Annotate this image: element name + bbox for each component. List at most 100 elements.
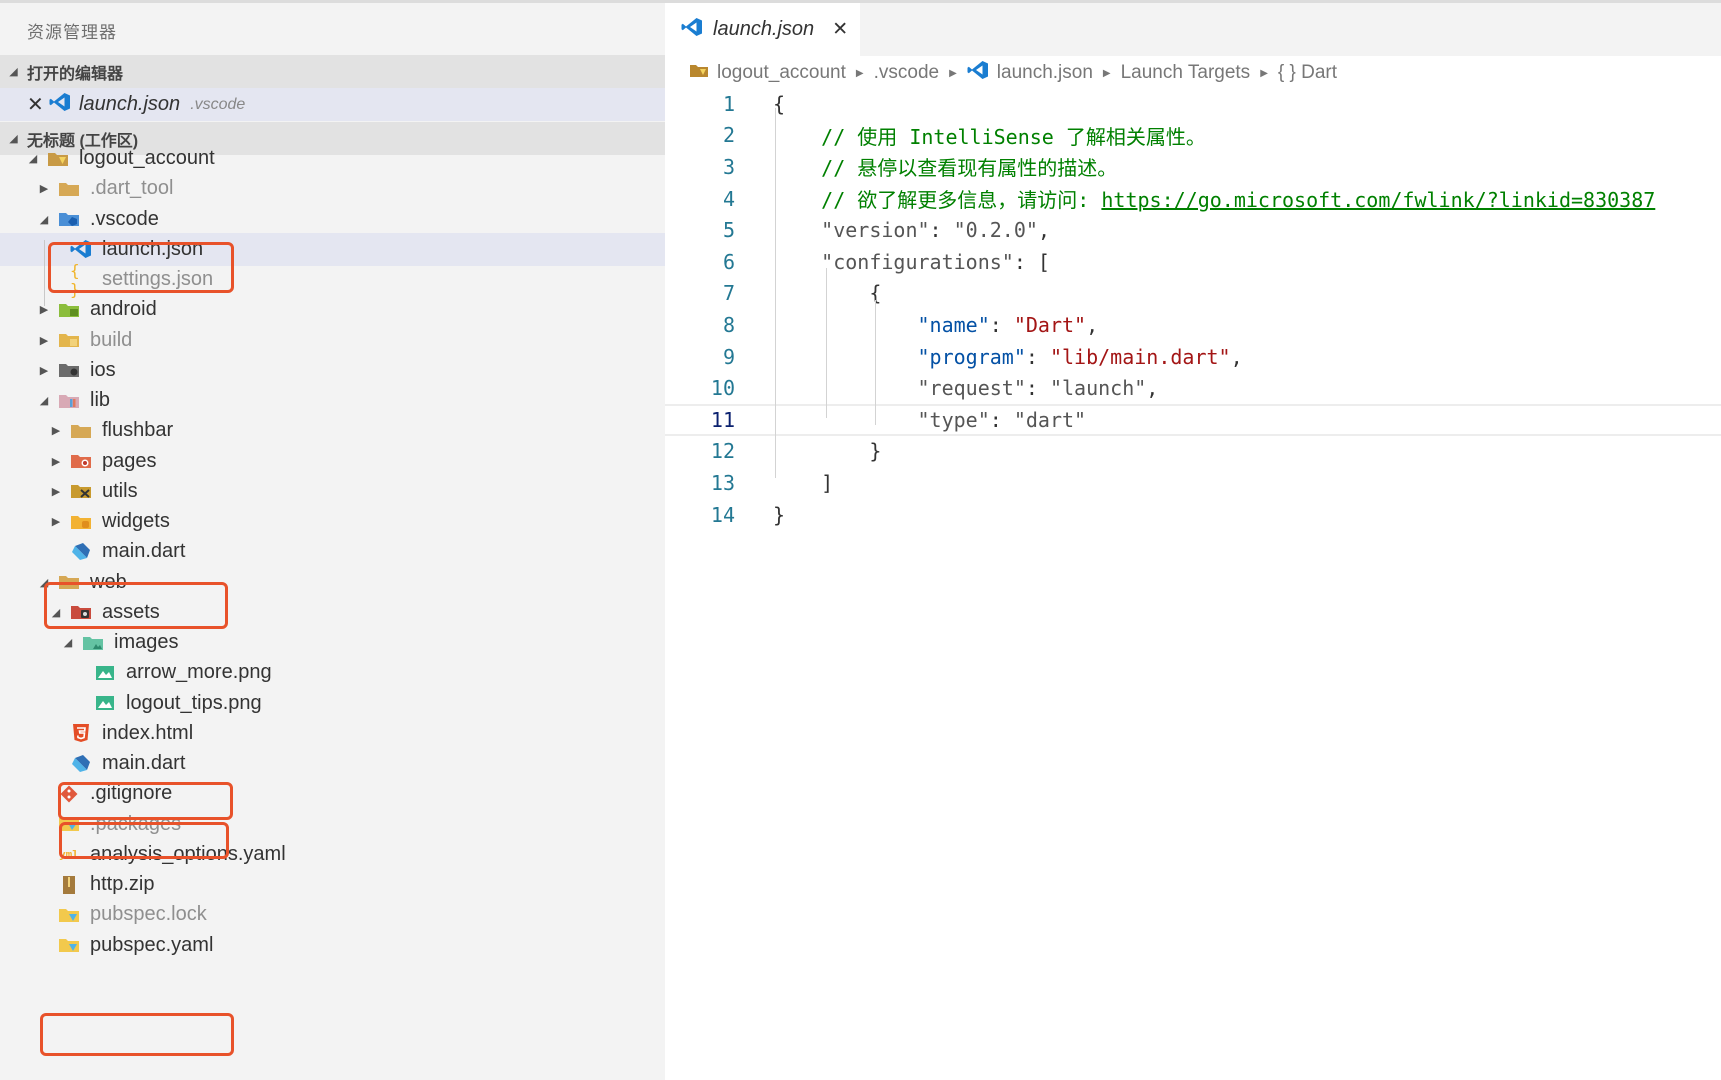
- editor-pane: launch.json ✕ logout_account ▶ .vscode ▶…: [665, 0, 1721, 1080]
- chevron-down-icon[interactable]: ◢: [38, 213, 50, 226]
- json-key: "name": [917, 312, 990, 337]
- tree-item-label: .vscode: [90, 207, 159, 230]
- top-divider: [0, 0, 665, 3]
- tree-item[interactable]: ▶ utils: [0, 475, 665, 508]
- vscode-icon: [681, 17, 703, 42]
- tree-item[interactable]: logout_tips.png: [0, 687, 665, 720]
- chevron-right-icon[interactable]: ▶: [38, 182, 50, 195]
- line-number: 1: [722, 91, 735, 116]
- tree-item[interactable]: pubspec.lock: [0, 898, 665, 931]
- open-editor-path: .vscode: [190, 95, 246, 113]
- tree-item[interactable]: index.html: [0, 717, 665, 750]
- breadcrumb-item-file[interactable]: launch.json: [967, 60, 1093, 86]
- tree-item[interactable]: arrow_more.png: [0, 656, 665, 689]
- indent-guide: [875, 300, 876, 425]
- html5-icon: [70, 724, 92, 743]
- indent-guide: [775, 108, 776, 478]
- chevron-right-icon[interactable]: ▶: [50, 515, 62, 528]
- indent-guide: [44, 240, 45, 306]
- line-number: 3: [722, 154, 735, 179]
- chevron-right-icon[interactable]: ▶: [50, 455, 62, 468]
- line-number: 10: [710, 376, 735, 401]
- folder-utils-icon: [70, 482, 92, 500]
- open-editors-header[interactable]: ◢ 打开的编辑器: [0, 55, 665, 88]
- open-editor-item[interactable]: ✕ launch.json .vscode: [0, 88, 665, 121]
- tree-item[interactable]: ▶ widgets: [0, 505, 665, 538]
- close-icon[interactable]: ✕: [832, 18, 848, 41]
- code-line-8: 8 "name": "Dart",: [665, 309, 1721, 341]
- code-line-6: 6 "configurations": [: [665, 246, 1721, 278]
- tree-item[interactable]: main.dart: [0, 535, 665, 568]
- tree-item-label: ios: [90, 358, 116, 381]
- tree-item[interactable]: ▶ build: [0, 324, 665, 357]
- tree-item[interactable]: ▶ pages: [0, 445, 665, 478]
- code-editor[interactable]: 1 { 2 // 使用 IntelliSense 了解相关属性。 3 // 悬停…: [665, 88, 1721, 1080]
- tree-item[interactable]: pubspec.yaml: [0, 929, 665, 962]
- tree-item[interactable]: ◢ logout_account: [0, 142, 665, 175]
- dart-icon: [70, 754, 92, 773]
- indent-guide: [826, 268, 827, 418]
- breadcrumb: logout_account ▶ .vscode ▶ launch.json ▶…: [689, 58, 1337, 88]
- code-line-1: 1 {: [665, 88, 1721, 120]
- folder-android-icon: [58, 301, 80, 319]
- pubspec-icon: [58, 936, 80, 954]
- tree-item[interactable]: ◢ .vscode: [0, 203, 665, 236]
- json-key: "request": [917, 376, 1026, 401]
- tree-item[interactable]: ▶ flushbar: [0, 414, 665, 447]
- tree-item-label: pubspec.yaml: [90, 933, 214, 956]
- code-token: [: [1037, 249, 1050, 274]
- json-value: "launch": [1049, 376, 1147, 401]
- tree-item[interactable]: http.zip: [0, 868, 665, 901]
- folder-lib-icon: [58, 392, 80, 410]
- tab-launch-json[interactable]: launch.json ✕: [665, 3, 860, 56]
- breadcrumb-label: .vscode: [873, 62, 940, 83]
- chevron-right-icon[interactable]: ▶: [50, 485, 62, 498]
- tree-item[interactable]: ◢ lib: [0, 384, 665, 417]
- highlight-pubspec-yaml: [40, 1013, 234, 1056]
- chevron-right-icon[interactable]: ▶: [38, 364, 50, 377]
- tree-item-label: utils: [102, 479, 138, 502]
- tree-item-label: arrow_more.png: [126, 661, 272, 684]
- chevron-down-icon[interactable]: ◢: [62, 636, 74, 649]
- tree-item-label: .dart_tool: [90, 177, 174, 200]
- image-icon: [94, 694, 116, 712]
- line-number: 2: [722, 123, 735, 148]
- tree-item[interactable]: ▶ ios: [0, 354, 665, 387]
- chevron-right-icon[interactable]: ▶: [50, 424, 62, 437]
- code-line-7: 7 {: [665, 278, 1721, 310]
- chevron-right-icon: ▶: [1260, 67, 1268, 79]
- tree-item-label: flushbar: [102, 419, 174, 442]
- breadcrumb-item-vscode[interactable]: .vscode: [874, 62, 939, 84]
- tree-item-label: logout_account: [79, 147, 215, 169]
- line-number: 6: [722, 249, 735, 274]
- tree-item-label: main.dart: [102, 540, 186, 563]
- breadcrumb-item-dart[interactable]: { } Dart: [1278, 62, 1337, 84]
- tree-item-label: pages: [102, 449, 157, 472]
- line-number: 4: [722, 186, 735, 211]
- json-value: "lib/main.dart": [1049, 344, 1231, 369]
- breadcrumb-item-folder[interactable]: logout_account: [689, 62, 846, 84]
- breadcrumb-label: launch.json: [996, 62, 1093, 83]
- code-token: }: [869, 439, 882, 464]
- tree-item[interactable]: main.dart: [0, 747, 665, 780]
- code-token: ]: [821, 470, 834, 495]
- tree-item[interactable]: ▶ .dart_tool: [0, 172, 665, 205]
- tree-item-label: widgets: [102, 510, 170, 532]
- chevron-down-icon[interactable]: ◢: [27, 152, 39, 165]
- tree-item-label: lib: [90, 389, 111, 411]
- line-number: 7: [722, 281, 735, 306]
- chevron-right-icon[interactable]: ▶: [38, 334, 50, 347]
- tab-bar: launch.json ✕: [665, 0, 1721, 56]
- tree-item[interactable]: ◢ images: [0, 626, 665, 659]
- close-icon[interactable]: ✕: [27, 92, 49, 117]
- tab-label: launch.json: [713, 18, 815, 40]
- breadcrumb-item-launch-targets[interactable]: Launch Targets: [1121, 62, 1251, 84]
- open-editors-label: 打开的编辑器: [27, 65, 124, 83]
- chevron-down-icon[interactable]: ◢: [38, 394, 50, 407]
- highlight-lib-main-dart: [44, 582, 228, 629]
- line-number: 14: [710, 502, 735, 527]
- highlight-index-html: [58, 782, 233, 820]
- comment-link[interactable]: https://go.microsoft.com/fwlink/?linkid=…: [1101, 188, 1655, 212]
- code-comment: // 欲了解更多信息，请访问:: [821, 188, 1102, 213]
- tree-item[interactable]: ▶ android: [0, 293, 665, 326]
